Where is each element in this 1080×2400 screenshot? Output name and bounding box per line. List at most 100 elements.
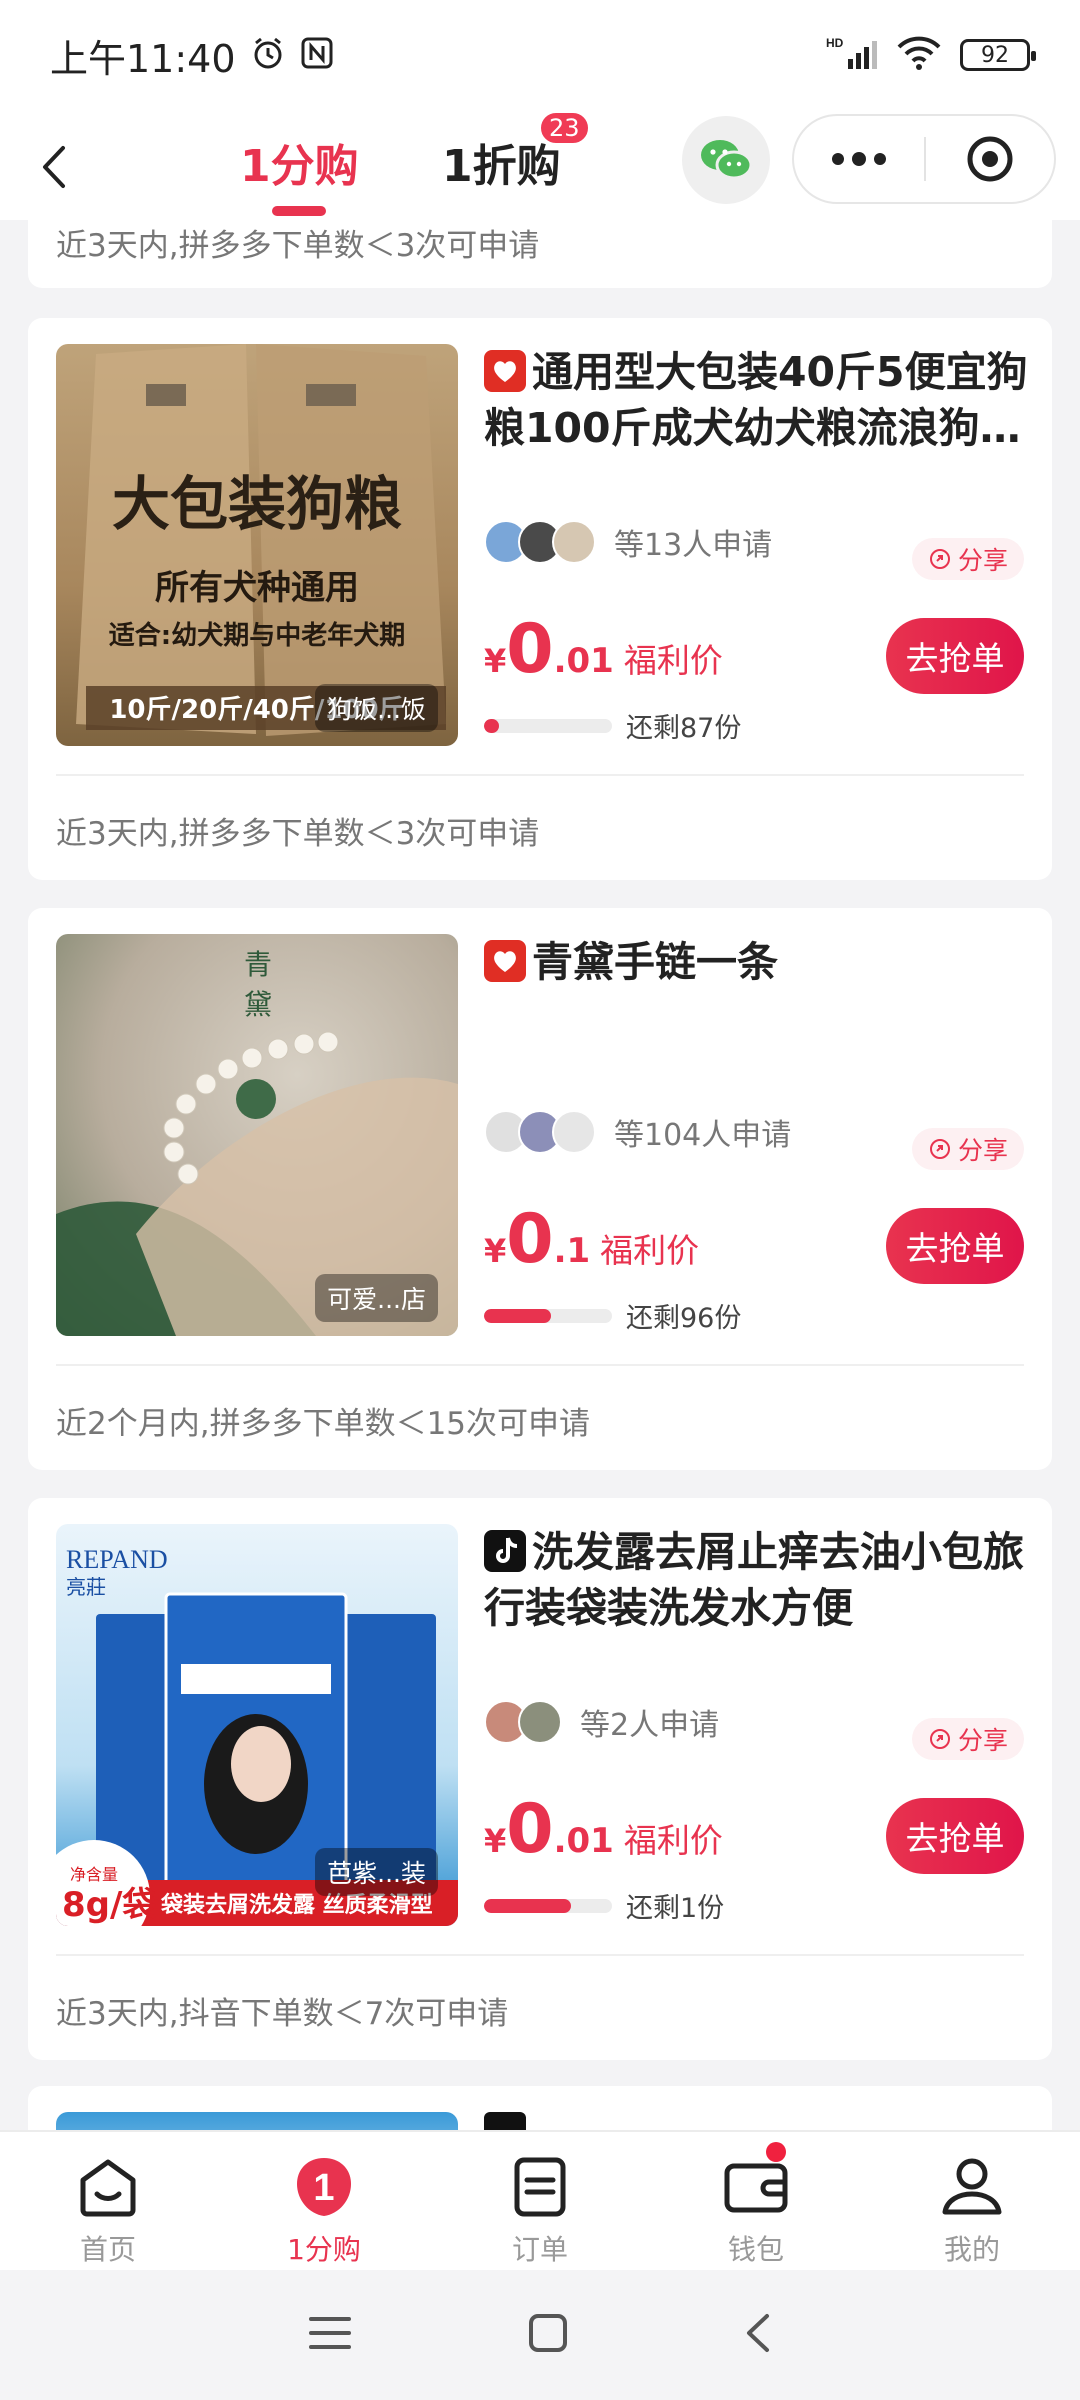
tab-1fen-gou[interactable]: 1分购 [240, 130, 359, 194]
home-icon [80, 2159, 136, 2217]
header: 1分购 1折购 23 [0, 110, 1080, 220]
more-dot-icon [852, 152, 866, 166]
back-button[interactable] [20, 132, 90, 202]
grab-order-button[interactable]: 去抢单 [886, 1798, 1024, 1874]
system-navigation-bar [0, 2270, 1080, 2400]
more-button[interactable] [794, 116, 924, 202]
close-mini-program-button[interactable] [926, 134, 1054, 184]
wallet-icon [724, 2163, 788, 2213]
product-image[interactable]: 大包装狗粮 所有犬种通用 适合:幼犬期与中老年犬期 10斤/20斤/40斤/10… [56, 344, 458, 746]
more-dot-icon [874, 153, 886, 165]
purchase-requirement-note: 近2个月内,拼多多下单数＜15次可申请 [56, 1406, 591, 1442]
price-integer: 0 [506, 610, 554, 689]
product-title-text: 青黛手链一条 [532, 938, 778, 986]
purchase-requirement-note: 近3天内,拼多多下单数＜3次可申请 [56, 816, 540, 852]
nav-orders[interactable]: 订单 [432, 2132, 648, 2270]
profile-icon [942, 2158, 1002, 2215]
share-icon [929, 1729, 950, 1749]
douyin-icon [484, 2112, 526, 2130]
purchase-requirement-note: 近3天内,抖音下单数＜7次可申请 [56, 1996, 509, 2032]
share-icon [929, 1139, 950, 1159]
product-image[interactable]: REPAND 亮莊 袋装去屑洗发露 丝质柔滑型 净含量 8g/袋 芭紫...装 [56, 1524, 458, 1926]
product-title-text: 洗发露去屑止痒去油小包旅行装袋装洗发水方便 [484, 1528, 1024, 1632]
chevron-left-icon [43, 146, 65, 188]
applicants-row: 等13人申请 [484, 520, 772, 564]
share-icon [929, 549, 950, 569]
progress-fill [484, 1308, 551, 1323]
wechat-share-button[interactable] [682, 116, 770, 204]
price-integer: 0 [506, 1790, 554, 1869]
product-image[interactable]: 青 黛 可爱...店 [56, 934, 458, 1336]
avatar [518, 1700, 562, 1744]
back-arrow-icon[interactable] [743, 2312, 773, 2358]
product-card-partial[interactable] [28, 2086, 1052, 2130]
nfc-icon [300, 36, 334, 74]
menu-icon[interactable] [307, 2313, 353, 2357]
nav-label: 我的 [943, 2233, 1000, 2266]
card-divider [56, 1364, 1024, 1366]
progress-fill [484, 718, 500, 733]
card-divider [56, 774, 1024, 776]
price-integer: 0 [506, 1200, 554, 1279]
thumb-net: 净含量 [70, 1865, 118, 1884]
wechat-icon [701, 140, 753, 180]
price-decimal: .01 [553, 641, 614, 681]
product-card[interactable]: 大包装狗粮 所有犬种通用 适合:幼犬期与中老年犬期 10斤/20斤/40斤/10… [28, 318, 1052, 880]
alarm-icon [250, 35, 286, 75]
stock-progress: 还剩87份 [484, 706, 741, 745]
applicants-count: 等13人申请 [614, 528, 773, 563]
share-button[interactable]: 分享 [911, 538, 1024, 580]
product-image[interactable] [56, 2112, 458, 2130]
applicants-row: 等104人申请 [484, 1110, 791, 1154]
battery-indicator: 92 [960, 39, 1036, 71]
shop-name: 芭紫...装 [315, 1848, 438, 1896]
grab-order-button[interactable]: 去抢单 [886, 618, 1024, 694]
product-title[interactable]: 洗发露去屑止痒去油小包旅行装袋装洗发水方便 [484, 1524, 1044, 1636]
target-icon [967, 136, 1013, 182]
nav-label: 1分购 [287, 2233, 361, 2266]
nav-home[interactable]: 首页 [0, 2132, 216, 2270]
order-icon [514, 2157, 566, 2217]
shop-name: 狗饭...饭 [315, 684, 438, 732]
thumb-sub2: 适合:幼犬期与中老年犬期 [109, 620, 405, 651]
share-button[interactable]: 分享 [911, 1128, 1024, 1170]
grab-order-button[interactable]: 去抢单 [886, 1208, 1024, 1284]
card-divider [56, 1954, 1024, 1956]
price-currency: ¥ [484, 642, 507, 680]
pinduoduo-icon [484, 940, 526, 982]
svg-text:1: 1 [313, 2167, 334, 2209]
share-label: 分享 [957, 1136, 1008, 1165]
price: ¥ 0 .1 福利价 [484, 1200, 699, 1279]
thumb-text: 青 [244, 948, 272, 981]
nav-one-cent[interactable]: 1 1分购 [216, 2132, 432, 2270]
pinduoduo-icon [484, 350, 526, 392]
signal-icon: HD [826, 35, 878, 75]
product-title[interactable]: 青黛手链一条 [484, 934, 1044, 990]
product-title[interactable]: 通用型大包装40斤5便宜狗粮100斤成犬幼犬粮流浪狗饲料 [484, 344, 1044, 456]
progress-track [484, 1308, 612, 1323]
one-cent-icon: 1 [297, 2158, 351, 2216]
home-square-icon[interactable] [527, 2312, 569, 2358]
active-tab-indicator [272, 206, 326, 216]
remaining-stock: 还剩87份 [626, 713, 742, 744]
nav-profile[interactable]: 我的 [864, 2132, 1080, 2270]
progress-track [484, 1898, 612, 1913]
share-button[interactable]: 分享 [911, 1718, 1024, 1760]
avatar [552, 1110, 596, 1154]
avatar [552, 520, 596, 564]
remaining-stock: 还剩1份 [626, 1893, 725, 1924]
product-list: 近3天内,拼多多下单数＜3次可申请 大包装狗粮 所有犬种通用 适合:幼犬期与中老… [0, 220, 1080, 2130]
price: ¥ 0 .01 福利价 [484, 610, 723, 689]
applicants-row: 等2人申请 [484, 1700, 719, 1744]
progress-fill [484, 1898, 572, 1913]
thumb-brand-cn: 亮莊 [66, 1575, 106, 1599]
product-card[interactable]: 青 黛 可爱...店 青黛手链一条 等104人申请 分享 ¥ 0 .1 福利价 … [28, 908, 1052, 1470]
applicants-count: 等2人申请 [580, 1708, 720, 1743]
product-card-partial[interactable]: 近3天内,拼多多下单数＜3次可申请 [28, 220, 1052, 288]
nav-wallet[interactable]: 钱包 [648, 2132, 864, 2270]
product-card[interactable]: REPAND 亮莊 袋装去屑洗发露 丝质柔滑型 净含量 8g/袋 芭紫...装 [28, 1498, 1052, 2060]
status-time: 上午11:40 [50, 36, 236, 81]
nav-label: 首页 [79, 2233, 136, 2266]
status-bar: 上午11:40 HD 92 [0, 0, 1080, 110]
wifi-icon [896, 35, 942, 75]
